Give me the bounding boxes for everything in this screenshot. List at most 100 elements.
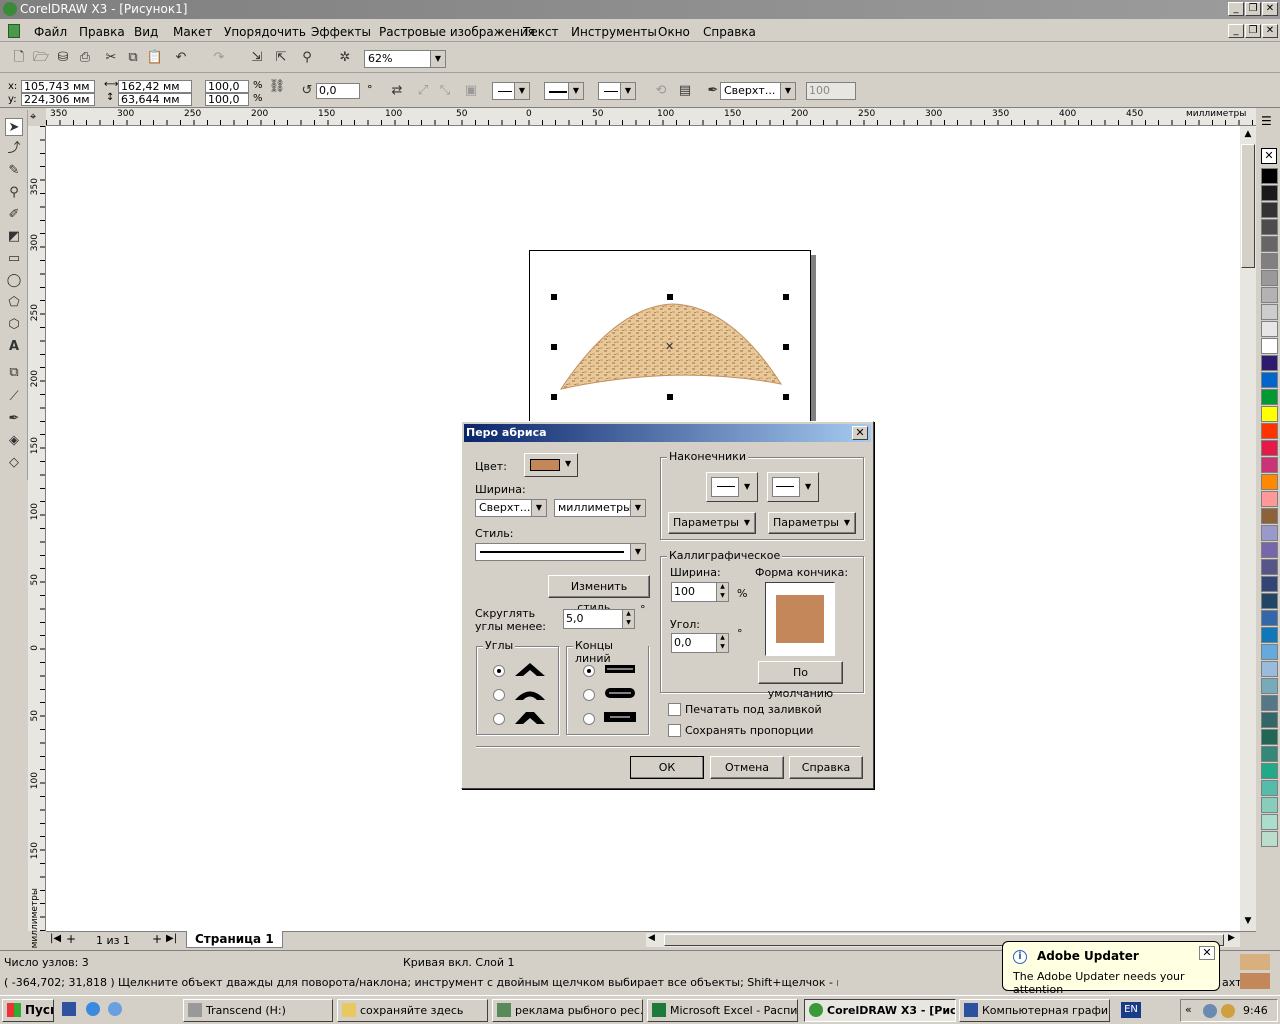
palette-swatch[interactable]: [1261, 304, 1278, 320]
menu-view[interactable]: Вид: [134, 25, 158, 39]
start-button[interactable]: Пуск: [2, 999, 54, 1022]
palette-swatch[interactable]: [1261, 168, 1278, 184]
add-page-before-icon[interactable]: +: [66, 932, 76, 946]
round-corners-field[interactable]: 5,0 ▲ ▼: [563, 609, 635, 629]
pen-width-select[interactable]: Сверхт... ▼: [475, 499, 547, 517]
selection-handle[interactable]: [551, 294, 557, 300]
palette-swatch[interactable]: [1261, 610, 1278, 626]
cal-width-field[interactable]: 100 ▲ ▼: [671, 582, 729, 602]
menu-effects[interactable]: Эффекты: [311, 25, 371, 39]
palette-swatch[interactable]: [1261, 559, 1278, 575]
palette-swatch[interactable]: [1261, 763, 1278, 779]
save-icon[interactable]: ⛁: [54, 49, 72, 67]
interactive-fill-tool-icon[interactable]: ◇: [5, 454, 23, 472]
no-color-icon[interactable]: ✕: [1261, 148, 1277, 164]
palette-swatch[interactable]: [1261, 746, 1278, 762]
doc-close-icon[interactable]: ✕: [1262, 24, 1278, 38]
scroll-down-icon[interactable]: ▼: [1240, 913, 1256, 929]
palette-swatch[interactable]: [1261, 695, 1278, 711]
corner-miter-radio[interactable]: [493, 665, 505, 677]
end-arrow-select[interactable]: ▼: [767, 472, 819, 502]
palette-swatch[interactable]: [1261, 593, 1278, 609]
rectangle-tool-icon[interactable]: ▭: [5, 250, 23, 268]
palette-swatch[interactable]: [1261, 474, 1278, 490]
menu-help[interactable]: Справка: [703, 25, 756, 39]
spin-up-icon[interactable]: ▲: [716, 634, 728, 643]
selection-handle[interactable]: [783, 394, 789, 400]
fill-tool-icon[interactable]: ◈: [5, 432, 23, 450]
opacity-field[interactable]: 100: [806, 82, 856, 100]
palette-swatch[interactable]: [1261, 712, 1278, 728]
page-tab[interactable]: Страница 1: [186, 931, 283, 948]
edit-style-button[interactable]: Изменить стиль...: [548, 575, 650, 614]
scale-x-field[interactable]: 100,0: [205, 80, 249, 93]
task-image[interactable]: реклама рыбного рес...: [492, 999, 643, 1022]
palette-swatch[interactable]: [1261, 627, 1278, 643]
palette-swatch[interactable]: [1261, 780, 1278, 796]
node-icon[interactable]: ⤢: [414, 82, 432, 100]
zoom-level-select[interactable]: 62% ▼: [364, 50, 446, 68]
object-height-field[interactable]: 63,644 мм: [118, 93, 192, 106]
palette-swatch[interactable]: [1261, 491, 1278, 507]
tray-expand-icon[interactable]: «: [1185, 1003, 1192, 1016]
copy-icon[interactable]: ⧉: [124, 49, 142, 67]
doc-minimize-icon[interactable]: _: [1228, 24, 1244, 38]
rotation-angle-field[interactable]: 0,0: [316, 83, 360, 99]
palette-swatch[interactable]: [1261, 372, 1278, 388]
palette-swatch[interactable]: [1261, 508, 1278, 524]
default-button[interactable]: По умолчанию: [758, 661, 843, 700]
menu-edit[interactable]: Правка: [79, 25, 125, 39]
palette-swatch[interactable]: [1261, 236, 1278, 252]
palette-swatch[interactable]: [1261, 576, 1278, 592]
menu-file[interactable]: Файл: [34, 25, 67, 39]
task-coreldraw[interactable]: CorelDRAW X3 - [Рис...: [804, 999, 956, 1022]
end-arrow-select[interactable]: ▼: [598, 82, 636, 100]
close-curve-icon[interactable]: ⟲: [652, 82, 670, 100]
palette-swatch[interactable]: [1261, 440, 1278, 456]
menu-bitmaps[interactable]: Растровые изображения: [379, 25, 535, 39]
palette-swatch[interactable]: [1261, 270, 1278, 286]
y-position-field[interactable]: 224,306 мм: [21, 93, 95, 106]
palette-swatch[interactable]: [1261, 338, 1278, 354]
tray-updater-icon[interactable]: [1221, 1004, 1235, 1018]
freehand-tool-icon[interactable]: ✐: [5, 206, 23, 224]
print-icon[interactable]: ⎙: [76, 49, 94, 67]
open-icon[interactable]: 🗁: [32, 49, 50, 67]
dialog-close-icon[interactable]: ✕: [852, 426, 868, 440]
spin-down-icon[interactable]: ▼: [716, 592, 728, 601]
palette-swatch[interactable]: [1261, 644, 1278, 660]
eyedropper-tool-icon[interactable]: ⟋: [5, 388, 23, 406]
cancel-button[interactable]: Отмена: [710, 756, 784, 779]
palette-swatch[interactable]: [1261, 729, 1278, 745]
ok-button[interactable]: ОК: [630, 756, 704, 779]
line-style-select[interactable]: ▼: [544, 82, 584, 100]
menu-text[interactable]: Текст: [523, 25, 559, 39]
scroll-thumb[interactable]: [1241, 144, 1255, 268]
task-transcend[interactable]: Transcend (H:): [183, 999, 333, 1022]
add-page-after-icon[interactable]: +: [152, 932, 162, 946]
corner-bevel-radio[interactable]: [493, 713, 505, 725]
spin-down-icon[interactable]: ▼: [622, 619, 634, 628]
vertical-scrollbar[interactable]: ▲ ▼: [1240, 126, 1256, 931]
spin-down-icon[interactable]: ▼: [716, 643, 728, 652]
object-width-field[interactable]: 162,42 мм: [118, 80, 192, 93]
start-arrow-select[interactable]: ▼: [706, 472, 758, 502]
quicklaunch-app-icon[interactable]: [108, 1002, 122, 1016]
welcome-icon[interactable]: ✲: [336, 49, 354, 67]
new-icon[interactable]: 🗋: [10, 49, 28, 67]
selection-handle[interactable]: [667, 294, 673, 300]
lock-ratio-icon[interactable]: ⛓: [268, 78, 286, 96]
export-icon[interactable]: ⇱: [272, 49, 290, 67]
start-arrow-params-button[interactable]: Параметры ▼: [668, 512, 756, 534]
selected-curve-shape[interactable]: [556, 296, 796, 396]
scale-with-image-checkbox[interactable]: [668, 724, 681, 737]
center-marker-icon[interactable]: ✕: [665, 340, 674, 353]
outline-tool-icon[interactable]: ✒: [5, 410, 23, 428]
task-excel[interactable]: Microsoft Excel - Распи...: [647, 999, 798, 1022]
selection-handle[interactable]: [783, 344, 789, 350]
palette-swatch[interactable]: [1261, 542, 1278, 558]
palette-swatch[interactable]: [1261, 406, 1278, 422]
x-position-field[interactable]: 105,743 мм: [21, 80, 95, 93]
task-folder[interactable]: сохраняйте здесь: [337, 999, 488, 1022]
palette-swatch[interactable]: [1261, 457, 1278, 473]
